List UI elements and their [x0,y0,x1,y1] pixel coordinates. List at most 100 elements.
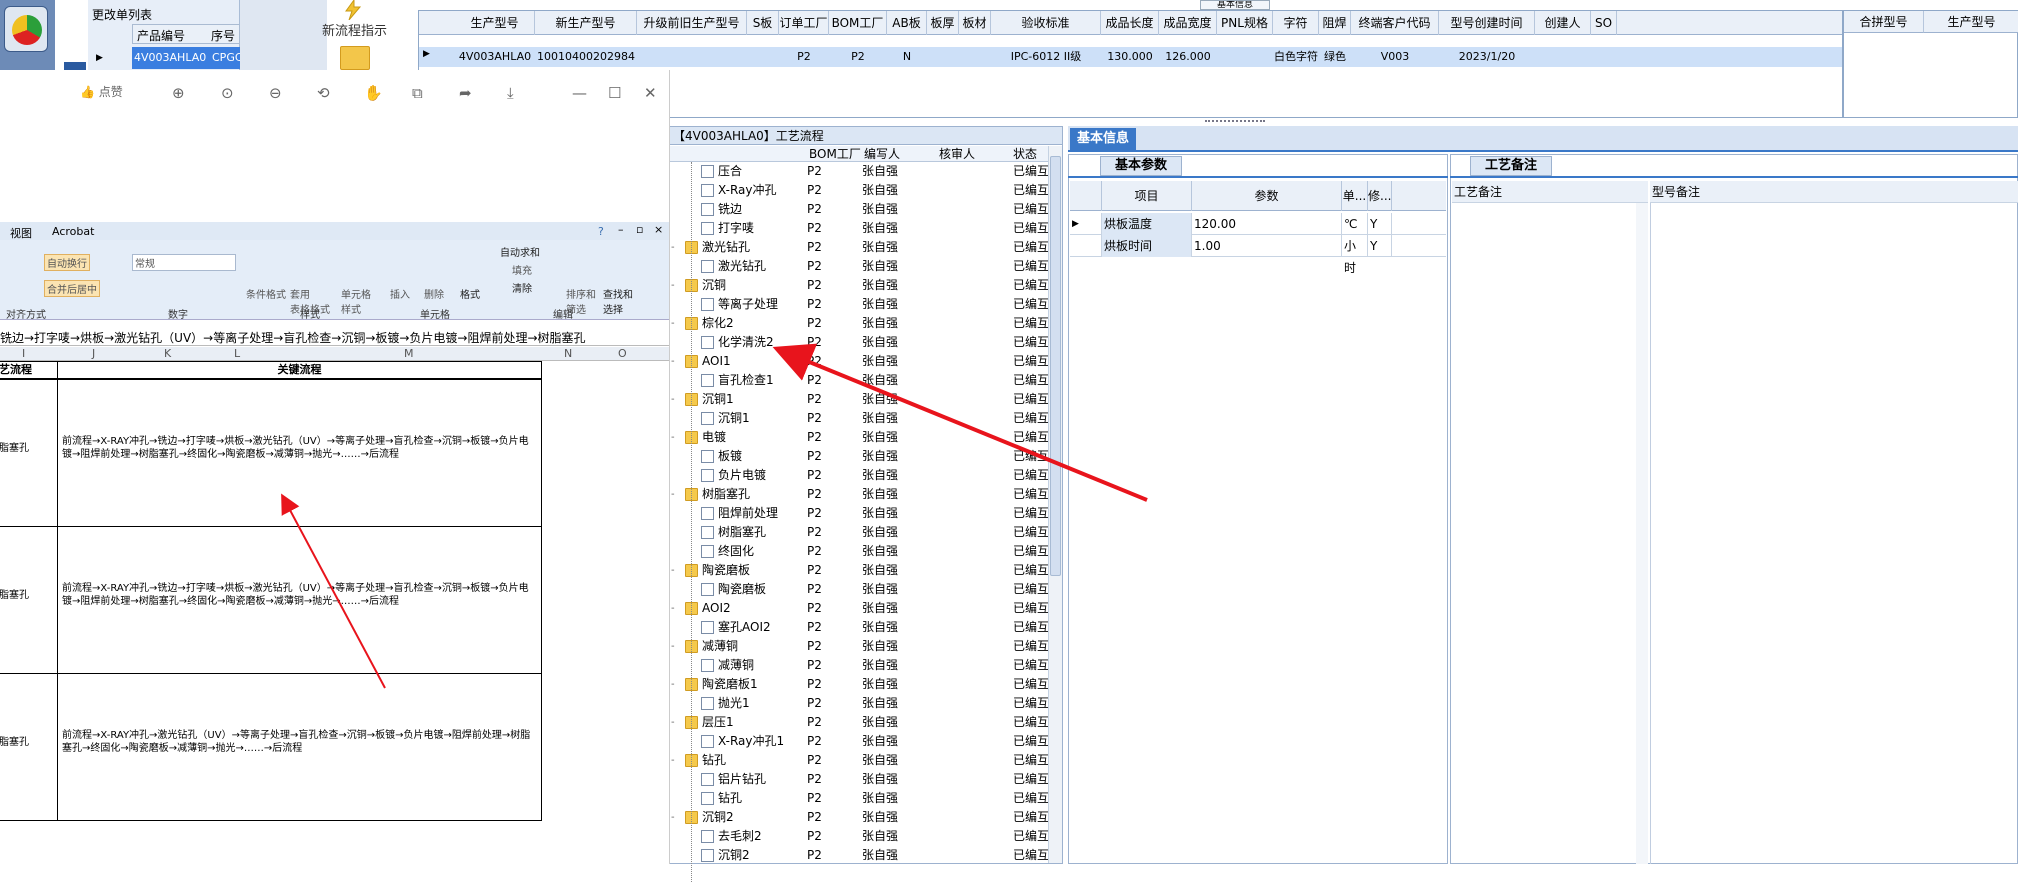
tree-item[interactable]: - 棕化2 P2 张自强 已编互 [669,314,1049,333]
collapse-icon[interactable]: - [671,561,675,580]
params-row[interactable]: 烘板时间 1.00 小时 Y [1070,235,1446,275]
tab-view[interactable]: 视图 [10,225,32,241]
row-selector[interactable] [1070,235,1102,257]
maximize-icon[interactable]: ☐ [608,84,621,102]
tree-item[interactable]: 树脂塞孔 P2 张自强 已编互 [669,523,1049,542]
copy-icon[interactable]: ⧉ [412,84,423,102]
help-icon[interactable]: ? [598,225,604,238]
col-14[interactable]: 阻焊 [1319,11,1351,35]
tree-item[interactable]: - 减薄铜 P2 张自强 已编互 [669,637,1049,656]
col-author[interactable]: 编写人 [864,146,900,162]
col-mod[interactable]: 修... [1368,181,1392,211]
col-param[interactable]: 参数 [1192,181,1342,211]
close-icon[interactable]: ✕ [644,84,657,102]
col-reviewer[interactable]: 核审人 [939,146,975,162]
col-prod-model[interactable]: 生产型号 [1924,11,2018,33]
tab-basic-params[interactable]: 基本参数 [1100,156,1182,176]
col-m[interactable]: M [404,347,414,361]
zoom-out-icon[interactable]: ⊖ [269,84,282,102]
tree-item[interactable]: 盲孔检查1 P2 张自强 已编互 [669,371,1049,390]
format-button[interactable]: 格式 [460,286,480,301]
key-flow-cell[interactable]: 前流程→X-RAY冲孔→铣边→打字唛→烘板→激光钻孔（UV）→等离子处理→盲孔检… [57,526,542,674]
collapse-icon[interactable]: - [671,485,675,504]
param-unit[interactable]: ℃ [1342,213,1368,235]
share-icon[interactable]: ➦ [459,84,472,102]
flow-left-cell[interactable]: 脂塞孔 [0,526,58,674]
tree-item[interactable]: 化学清洗2 P2 张自强 已编互 [669,333,1049,352]
tree-item[interactable]: - 激光钻孔 P2 张自强 已编互 [669,238,1049,257]
col-6[interactable]: AB板 [887,11,927,35]
zoom-in-icon[interactable]: ⊕ [172,84,185,102]
collapse-icon[interactable]: - [671,314,675,333]
find-select-button[interactable]: 查找和 选择 [603,286,633,316]
delete-button[interactable]: 删除 [424,286,444,301]
collapse-icon[interactable]: - [671,675,675,694]
formula-bar[interactable]: 铣边→打字唛→烘板→激光钻孔（UV）→等离子处理→盲孔检查→沉铜→板镀→负片电镀… [0,330,669,346]
merge-center-button[interactable]: 合并后居中 [44,280,100,297]
tree-item[interactable]: - 层压1 P2 张自强 已编互 [669,713,1049,732]
tab-process-notes[interactable]: 工艺备注 [1470,156,1552,176]
col-11[interactable]: 成品宽度 [1159,11,1217,35]
app-logo-icon[interactable] [4,6,48,52]
tree-item[interactable]: 塞孔AOI2 P2 张自强 已编互 [669,618,1049,637]
col-5[interactable]: BOM工厂 [829,11,887,35]
collapse-icon[interactable]: - [671,276,675,295]
folder-icon[interactable] [340,46,370,70]
params-row[interactable]: ▶ 烘板温度 120.00 ℃ Y [1070,213,1446,235]
collapse-icon[interactable]: - [671,751,675,770]
rotate-icon[interactable]: ⟲ [317,84,330,102]
col-2[interactable]: 升级前旧生产型号 [637,11,747,35]
collapse-icon[interactable]: - [671,599,675,618]
param-item[interactable]: 烘板温度 [1102,213,1192,235]
col-k[interactable]: K [164,347,171,361]
tree-item[interactable]: 钻孔 P2 张自强 已编互 [669,789,1049,808]
tree-item[interactable]: 铝片钻孔 P2 张自强 已编互 [669,770,1049,789]
header-left-cell[interactable]: 艺流程 [0,361,58,379]
header-key-flow-cell[interactable]: 关键流程 [57,361,542,379]
col-i[interactable]: I [22,347,25,361]
tab-basic-info[interactable]: 基本信息 [1070,128,1136,150]
col-o[interactable]: O [618,347,627,361]
col-j[interactable]: J [92,347,95,361]
number-format-select[interactable]: 常规 [132,254,236,271]
tree-item[interactable]: 板镀 P2 张自强 已编互 [669,447,1049,466]
tree-item[interactable]: 沉铜1 P2 张自强 已编互 [669,409,1049,428]
collapse-icon[interactable]: - [671,713,675,732]
tree-item[interactable]: 压合 P2 张自强 已编互 [669,162,1049,181]
minimize-icon[interactable]: — [572,84,587,102]
tree-item[interactable]: 减薄铜 P2 张自强 已编互 [669,656,1049,675]
col-process-notes[interactable]: 工艺备注 [1452,181,1648,203]
cell-style-button[interactable]: 单元格 样式 [341,286,371,316]
tree-item[interactable]: - 陶瓷磨板 P2 张自强 已编互 [669,561,1049,580]
col-seq[interactable]: 序号 [211,27,235,44]
col-17[interactable]: 创建人 [1535,11,1591,35]
collapse-icon[interactable]: - [671,808,675,827]
col-item[interactable]: 项目 [1102,181,1192,211]
tree-item[interactable]: 陶瓷磨板 P2 张自强 已编互 [669,580,1049,599]
tree-item[interactable]: 负片电镀 P2 张自强 已编互 [669,466,1049,485]
tree-item[interactable]: 铣边 P2 张自强 已编互 [669,200,1049,219]
download-icon[interactable]: ⤓ [507,84,514,102]
col-l[interactable]: L [234,347,240,361]
param-value[interactable]: 120.00 [1192,213,1342,235]
tree-item[interactable]: - 沉铜1 P2 张自强 已编互 [669,390,1049,409]
collapse-icon[interactable]: - [671,352,675,371]
tree-item[interactable]: - 树脂塞孔 P2 张自强 已编互 [669,485,1049,504]
ribbon-close-icon[interactable]: × [654,223,663,236]
tree-item[interactable]: 抛光1 P2 张自强 已编互 [669,694,1049,713]
like-button[interactable]: 👍 点赞 [80,83,123,100]
tree-item[interactable]: X-Ray冲孔1 P2 张自强 已编互 [669,732,1049,751]
col-13[interactable]: 字符 [1273,11,1319,35]
actual-size-icon[interactable]: ⊙ [221,84,234,102]
col-8[interactable]: 板材 [959,11,991,35]
param-mod[interactable]: Y [1368,213,1392,235]
ribbon-minimize-icon[interactable]: – [618,223,624,236]
tree-item[interactable]: - AOI1 P2 张自强 已编互 [669,352,1049,371]
tree-item[interactable]: X-Ray冲孔 P2 张自强 已编互 [669,181,1049,200]
product-grid-row[interactable]: 4V003AHLA0 10010400202984 P2 P2 N IPC-6012 II… [419,47,1842,67]
col-n[interactable]: N [564,347,572,361]
tree-item[interactable]: 等离子处理 P2 张自强 已编互 [669,295,1049,314]
tree-item[interactable]: - 电镀 P2 张自强 已编互 [669,428,1049,447]
wrap-text-button[interactable]: 自动换行 [44,254,90,271]
col-merge-model[interactable]: 合拼型号 [1844,11,1924,33]
